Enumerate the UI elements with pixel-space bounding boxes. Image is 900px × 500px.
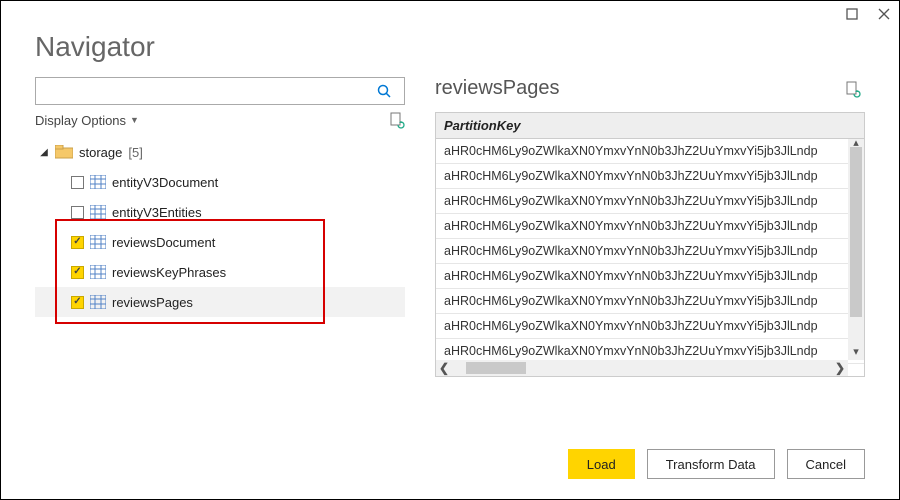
tree-root-label: storage [79,145,122,160]
maximize-icon[interactable] [845,7,859,21]
table-row[interactable]: aHR0cHM6Ly9oZWlkaXN0YmxvYnN0b3JhZ2UuYmxv… [436,239,864,264]
search-icon[interactable] [376,83,404,99]
search-input[interactable] [36,84,376,99]
chevron-down-icon: ▼ [130,115,139,125]
column-header[interactable]: PartitionKey [436,113,864,139]
refresh-preview-icon[interactable] [845,80,861,98]
preview-panel: reviewsPages PartitionKey aHR0cHM6Ly9oZW… [435,77,865,427]
checkbox[interactable]: ✓ [71,296,84,309]
tree-root-storage[interactable]: ◢ storage [5] [35,137,405,167]
tree-item-label: reviewsDocument [112,235,215,250]
scroll-left-icon[interactable]: ❮ [436,360,452,376]
table-row[interactable]: aHR0cHM6Ly9oZWlkaXN0YmxvYnN0b3JhZ2UuYmxv… [436,314,864,339]
close-icon[interactable] [877,7,891,21]
scroll-thumb[interactable] [850,147,862,317]
caret-down-icon[interactable]: ◢ [39,147,49,158]
tree-item[interactable]: ✓ reviewsKeyPhrases [35,257,405,287]
tree-item-label: reviewsKeyPhrases [112,265,226,280]
table-icon [90,235,106,249]
window-chrome [1,1,899,27]
tree-item[interactable]: entityV3Entities [35,197,405,227]
table-row[interactable]: aHR0cHM6Ly9oZWlkaXN0YmxvYnN0b3JhZ2UuYmxv… [436,139,864,164]
dialog-body: Display Options ▼ ◢ storage [5] [1,77,899,435]
checkbox[interactable]: ✓ [71,266,84,279]
table-row[interactable]: aHR0cHM6Ly9oZWlkaXN0YmxvYnN0b3JhZ2UuYmxv… [436,164,864,189]
tree-item-label: entityV3Document [112,175,218,190]
tree-item-label: entityV3Entities [112,205,202,220]
table-row[interactable]: aHR0cHM6Ly9oZWlkaXN0YmxvYnN0b3JhZ2UuYmxv… [436,189,864,214]
table-icon [90,175,106,189]
navigator-dialog: Navigator Display Options ▼ ◢ [0,0,900,500]
preview-header: reviewsPages [435,77,865,100]
table-icon [90,295,106,309]
dialog-title: Navigator [1,27,899,77]
tree-item[interactable]: entityV3Document [35,167,405,197]
tree-item-label: reviewsPages [112,295,193,310]
transform-data-button[interactable]: Transform Data [647,449,775,479]
vertical-scrollbar[interactable]: ▴ ▾ [848,139,864,360]
table-row[interactable]: aHR0cHM6Ly9oZWlkaXN0YmxvYnN0b3JhZ2UuYmxv… [436,264,864,289]
table-row[interactable]: aHR0cHM6Ly9oZWlkaXN0YmxvYnN0b3JhZ2UuYmxv… [436,289,864,314]
cancel-button[interactable]: Cancel [787,449,865,479]
load-button[interactable]: Load [568,449,635,479]
search-box [35,77,405,105]
preview-grid: PartitionKey aHR0cHM6Ly9oZWlkaXN0YmxvYnN… [435,112,865,377]
left-panel: Display Options ▼ ◢ storage [5] [35,77,405,427]
table-icon [90,265,106,279]
checkbox[interactable] [71,206,84,219]
refresh-icon[interactable] [389,111,405,129]
display-options-menu[interactable]: Display Options ▼ [35,113,139,128]
scroll-down-icon[interactable]: ▾ [848,344,864,360]
display-options-label: Display Options [35,113,126,128]
scroll-thumb[interactable] [466,362,526,374]
preview-title: reviewsPages [435,77,560,100]
table-icon [90,205,106,219]
dialog-footer: Load Transform Data Cancel [1,435,899,499]
horizontal-scrollbar[interactable]: ❮ ❯ [436,360,848,376]
checkbox[interactable] [71,176,84,189]
object-tree: ◢ storage [5] entityV3Document entityV3E… [35,137,405,427]
tree-item[interactable]: ✓ reviewsDocument [35,227,405,257]
tree-item[interactable]: ✓ reviewsPages [35,287,405,317]
scroll-right-icon[interactable]: ❯ [832,360,848,376]
grid-body: aHR0cHM6Ly9oZWlkaXN0YmxvYnN0b3JhZ2UuYmxv… [436,139,864,376]
left-toolbar: Display Options ▼ [35,111,405,129]
table-row[interactable]: aHR0cHM6Ly9oZWlkaXN0YmxvYnN0b3JhZ2UuYmxv… [436,214,864,239]
tree-root-count: [5] [128,145,142,160]
folder-icon [55,145,73,159]
checkbox[interactable]: ✓ [71,236,84,249]
